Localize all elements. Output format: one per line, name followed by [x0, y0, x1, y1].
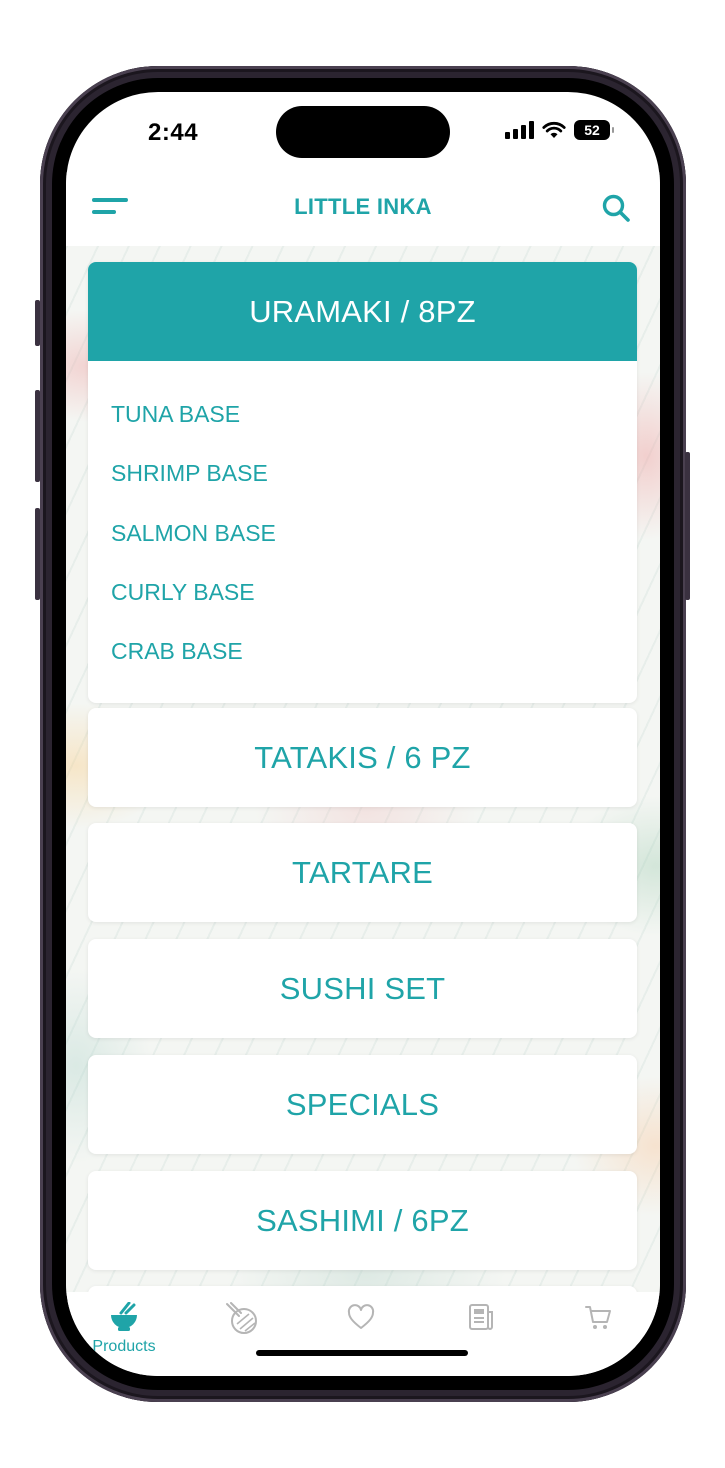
category-label: TATAKIS / 6 PZ — [254, 739, 471, 775]
category-label: SASHIMI / 6PZ — [256, 1202, 469, 1238]
dynamic-island — [276, 106, 450, 158]
category-list[interactable]: URAMAKI / 8PZ TUNA BASE SHRIMP BASE SALM… — [66, 246, 660, 1292]
wifi-icon — [542, 121, 566, 138]
battery-icon: 52 — [574, 120, 614, 140]
subcategory-item[interactable]: CRAB BASE — [111, 622, 637, 681]
category-card-tartare[interactable]: TARTARE — [88, 823, 637, 922]
subcategory-list: TUNA BASE SHRIMP BASE SALMON BASE CURLY … — [88, 361, 637, 703]
category-card-uramaki: URAMAKI / 8PZ TUNA BASE SHRIMP BASE SALM… — [88, 262, 637, 704]
subcategory-item[interactable]: SALMON BASE — [111, 504, 637, 563]
cart-icon — [585, 1306, 611, 1329]
category-header-uramaki[interactable]: URAMAKI / 8PZ — [88, 262, 637, 361]
category-card-sashimi[interactable]: SASHIMI / 6PZ — [88, 1171, 637, 1270]
category-label: SPECIALS — [285, 1086, 440, 1122]
status-icons: 52 — [505, 120, 614, 140]
app-header: LITTLE INKA — [66, 172, 660, 246]
action-button — [35, 300, 40, 346]
category-label: TARTARE — [292, 854, 433, 890]
subcategory-item[interactable]: CURLY BASE — [111, 563, 637, 622]
status-time: 2:44 — [148, 119, 199, 146]
poke-bowl-icon — [226, 1302, 257, 1334]
volume-down-button — [35, 508, 40, 600]
home-indicator[interactable] — [256, 1350, 468, 1356]
category-card-specials[interactable]: SPECIALS — [88, 1055, 637, 1154]
tab-cart[interactable] — [553, 1302, 643, 1358]
volume-up-button — [35, 390, 40, 482]
category-card-sushi-set[interactable]: SUSHI SET — [88, 939, 637, 1038]
news-icon — [469, 1304, 493, 1330]
subcategory-item[interactable]: SHRIMP BASE — [111, 444, 637, 503]
screen: 2:44 52 LITTLE INKA URAMAKI / 8PZ TUNA B… — [66, 92, 660, 1376]
app-title: LITTLE INKA — [294, 194, 432, 219]
power-button — [685, 452, 690, 600]
search-icon[interactable] — [600, 192, 632, 224]
category-label: SUSHI SET — [279, 970, 446, 1006]
heart-icon — [347, 1304, 375, 1329]
subcategory-item[interactable]: TUNA BASE — [111, 385, 637, 444]
cellular-signal-icon — [505, 121, 534, 139]
battery-level: 52 — [584, 122, 600, 138]
category-card-tatakis[interactable]: TATAKIS / 6 PZ — [88, 708, 637, 807]
bowl-icon — [111, 1302, 137, 1331]
tab-products[interactable]: Products — [79, 1302, 169, 1358]
tab-bar: Products — [66, 1292, 660, 1376]
tab-label: Products — [92, 1338, 156, 1355]
